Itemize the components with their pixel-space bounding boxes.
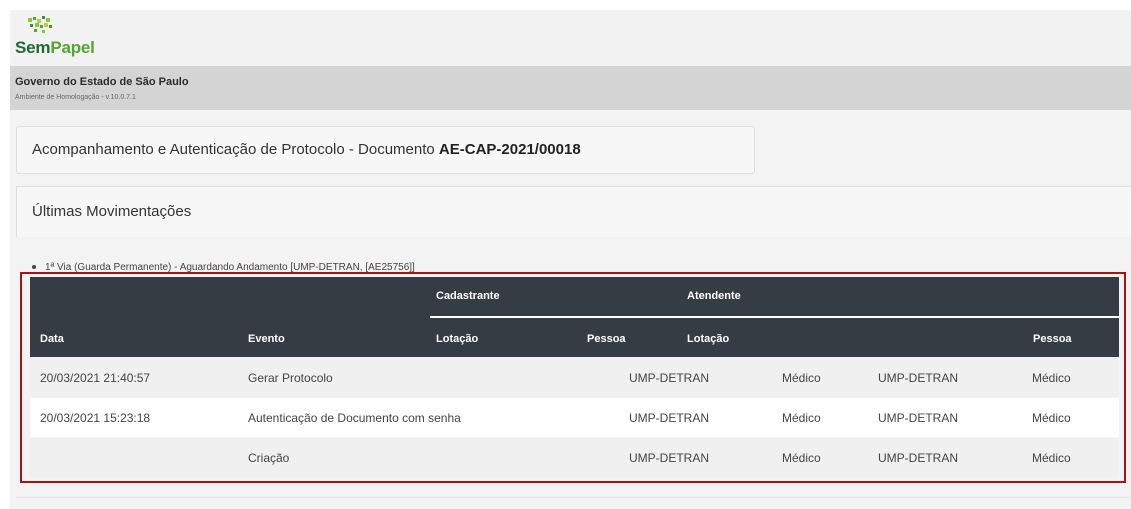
movements-card-header: Últimas Movimentações [16,186,1131,237]
org-name: Governo do Estado de São Paulo [15,76,189,88]
bullet-icon [32,265,36,270]
environment-version: Ambiente de Homologação - v.10.0.7.1 [15,94,136,101]
government-header: Governo do Estado de São Paulo Ambiente … [10,66,1131,110]
page: SemPapel Governo do Estado de São Paulo … [0,0,1131,509]
logo-text-papel: Papel [50,38,95,57]
sempapel-logo-text: SemPapel [15,38,95,58]
sempapel-logo[interactable]: SemPapel [14,16,95,62]
page-title: Acompanhamento e Autenticação de Protoco… [32,141,581,158]
divider [16,497,1131,498]
sempapel-logo-icon [28,16,52,33]
page-title-prefix: Acompanhamento e Autenticação de Protoco… [32,141,439,158]
movements-title: Últimas Movimentações [32,203,192,220]
document-code: AE-CAP-2021/00018 [438,141,581,158]
logo-text-sem: Sem [15,38,51,57]
document-title-card: Acompanhamento e Autenticação de Protoco… [16,126,755,174]
top-bar: SemPapel [10,10,1131,66]
highlight-annotation [20,272,1126,483]
